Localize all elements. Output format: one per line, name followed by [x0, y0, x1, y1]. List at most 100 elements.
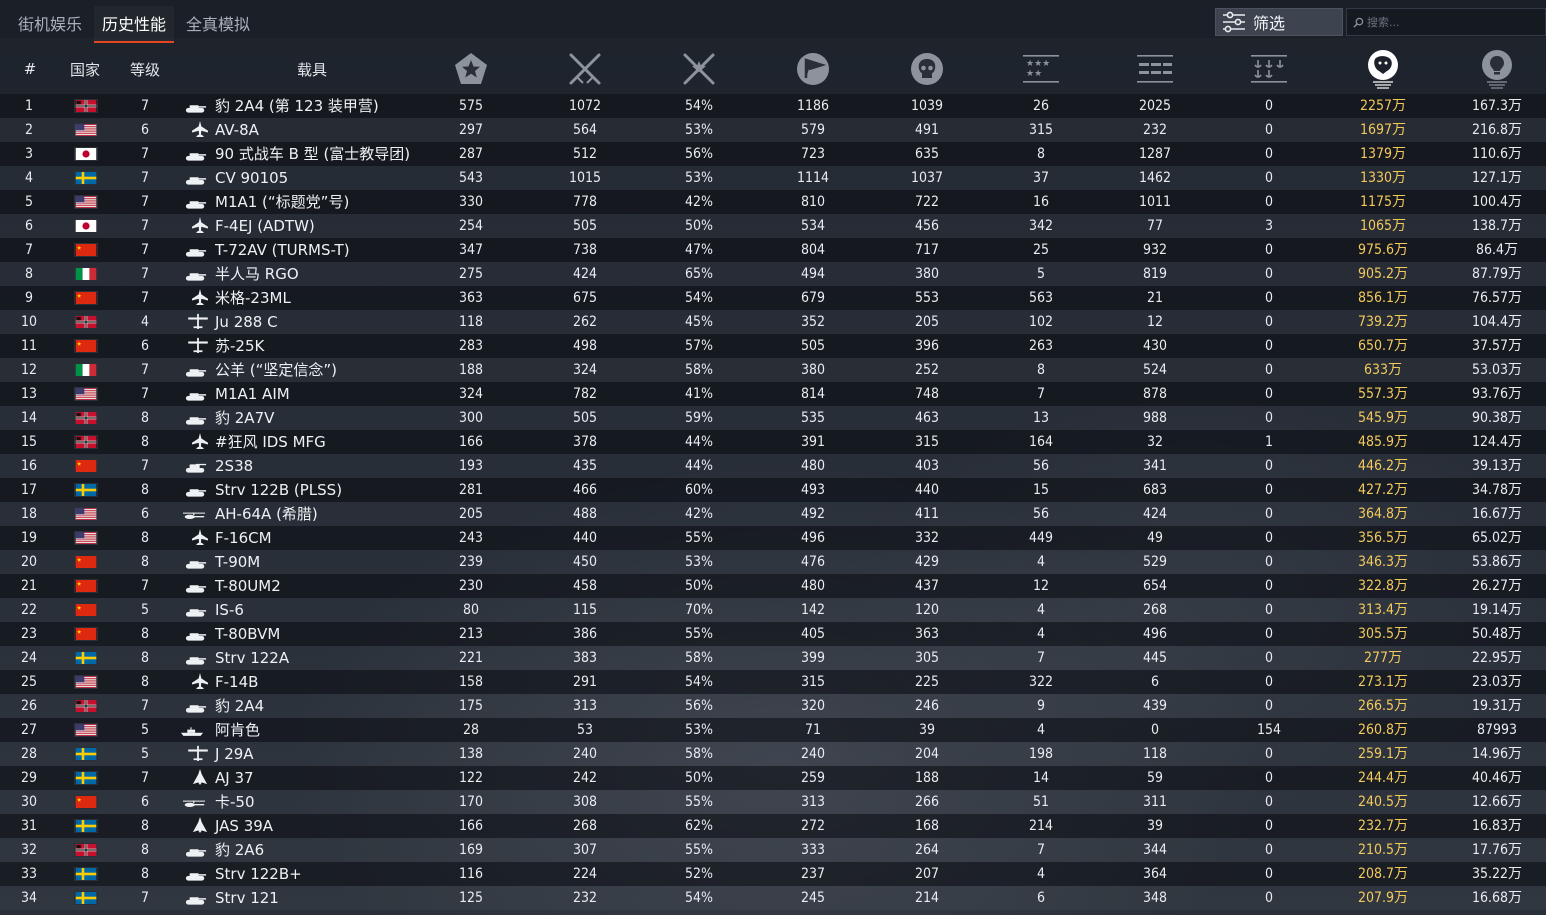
- filter-button[interactable]: 筛选: [1215, 8, 1343, 36]
- table-row[interactable]: 9 7 米格-23ML 363 675 54% 679 553 563 21 0 856.1万 76.5…: [0, 286, 1546, 310]
- col-header-silver[interactable]: [1363, 44, 1403, 94]
- vehicle-name[interactable]: Strv 122B+: [215, 862, 302, 886]
- table-row[interactable]: 26 7 豹 2A4 175 313 56% 320 246 9 439 0 266.5万 19.31万: [0, 694, 1546, 718]
- vehicle-name[interactable]: T-80UM2: [215, 574, 281, 598]
- vehicle-name[interactable]: 豹 2A4 (第 123 装甲营): [215, 94, 379, 118]
- table-row[interactable]: 27 5 阿肯色 28 53 53% 71 39 4 0 154 260.8万 87993: [0, 718, 1546, 742]
- ground-kills-cell: 205: [914, 314, 940, 330]
- rank-cell: 5: [24, 194, 33, 210]
- tab-realistic[interactable]: 历史性能: [94, 6, 175, 43]
- col-header-stat-b[interactable]: [1249, 44, 1289, 94]
- vehicle-name[interactable]: 米格-23ML: [215, 286, 291, 310]
- col-header-tier[interactable]: 等级: [120, 44, 170, 94]
- table-row[interactable]: 33 8 Strv 122B+ 116 224 52% 237 207 4 364 0 208.7万 3…: [0, 862, 1546, 886]
- naval-stars-cell: 26: [1032, 98, 1050, 114]
- vehicle-name[interactable]: CV 90105: [215, 166, 288, 190]
- table-row[interactable]: 16 7 2S38 193 435 44% 480 403 56 341 0 446.2万 39.13万: [0, 454, 1546, 478]
- vehicle-name[interactable]: T-72AV (TURMS-T): [215, 238, 350, 262]
- vehicle-name[interactable]: JAS 39A: [215, 814, 273, 838]
- tier-cell: 8: [140, 434, 149, 450]
- col-header-battles[interactable]: [451, 44, 491, 94]
- col-header-wins[interactable]: [565, 44, 605, 94]
- vehicle-name[interactable]: T-80BVM: [215, 622, 280, 646]
- vehicle-name[interactable]: #狂风 IDS MFG: [215, 430, 326, 454]
- tab-arcade[interactable]: 街机娱乐: [10, 6, 90, 43]
- table-row[interactable]: 7 7 T-72AV (TURMS-T) 347 738 47% 804 717 25 932 0 9…: [0, 238, 1546, 262]
- table-row[interactable]: 14 8 豹 2A7V 300 505 59% 535 463 13 988 0 545.9万 90.3…: [0, 406, 1546, 430]
- vehicle-name[interactable]: AJ 37: [215, 766, 254, 790]
- table-row[interactable]: 22 5 IS-6 80 115 70% 142 120 4 268 0 313.4万 19.14万: [0, 598, 1546, 622]
- table-row[interactable]: 3 7 90 式战车 B 型 (富士教导团) 287 512 56% 723 635 8 1287…: [0, 142, 1546, 166]
- battles-cell: 230: [458, 578, 484, 594]
- table-row[interactable]: 13 7 M1A1 AIM 324 782 41% 814 748 7 878 0 557.3万 93.…: [0, 382, 1546, 406]
- search-input[interactable]: [1367, 15, 1537, 29]
- vehicle-name[interactable]: Ju 288 C: [215, 310, 278, 334]
- table-row[interactable]: 28 5 J 29A 138 240 58% 240 204 198 118 0 259.1万 14.9…: [0, 742, 1546, 766]
- table-row[interactable]: 31 8 JAS 39A 166 268 62% 272 168 214 39 0 232.7万 16.…: [0, 814, 1546, 838]
- vehicle-name[interactable]: J 29A: [215, 742, 254, 766]
- table-row[interactable]: 21 7 T-80UM2 230 458 50% 480 437 12 654 0 322.8万 26.…: [0, 574, 1546, 598]
- vehicle-name[interactable]: 2S38: [215, 454, 253, 478]
- table-row[interactable]: 11 6 苏-25K 283 498 57% 505 396 263 430 0 650.7万 37.5…: [0, 334, 1546, 358]
- col-header-country[interactable]: 国家: [60, 44, 110, 94]
- col-header-rank[interactable]: #: [10, 44, 50, 94]
- table-row[interactable]: 15 8 #狂风 IDS MFG 166 378 44% 391 315 164 32 1 485.9…: [0, 430, 1546, 454]
- table-row[interactable]: 4 7 CV 90105 543 1015 53% 1114 1037 37 1462 0 1330万…: [0, 166, 1546, 190]
- table-row[interactable]: 17 8 Strv 122B (PLSS) 281 466 60% 493 440 15 683 0…: [0, 478, 1546, 502]
- table-row[interactable]: 23 8 T-80BVM 213 386 55% 405 363 4 496 0 305.5万 50.4…: [0, 622, 1546, 646]
- col-header-rp[interactable]: [1477, 44, 1517, 94]
- air-kills-cell: 814: [800, 386, 826, 402]
- vehicle-name[interactable]: F-16CM: [215, 526, 272, 550]
- vehicle-name[interactable]: M1A1 AIM: [215, 382, 290, 406]
- vehicle-name[interactable]: Strv 122B (PLSS): [215, 478, 342, 502]
- naval-stars-cell: 25: [1032, 242, 1050, 258]
- table-row[interactable]: 20 8 T-90M 239 450 53% 476 429 4 529 0 346.3万 53.86万: [0, 550, 1546, 574]
- table-row[interactable]: 10 4 Ju 288 C 118 262 45% 352 205 102 12 0 739.2万 10…: [0, 310, 1546, 334]
- vehicle-name[interactable]: Strv 122A: [215, 646, 289, 670]
- vehicle-name[interactable]: AH-64A (希腊): [215, 502, 318, 526]
- table-row[interactable]: 24 8 Strv 122A 221 383 58% 399 305 7 445 0 277万 22.9…: [0, 646, 1546, 670]
- table-row[interactable]: 34 7 Strv 121 125 232 54% 245 214 6 348 0 207.9万 16.…: [0, 886, 1546, 910]
- vehicle-name[interactable]: AV-8A: [215, 118, 259, 142]
- col-header-ground-kills[interactable]: [907, 44, 947, 94]
- table-row[interactable]: 2 6 AV-8A 297 564 53% 579 491 315 232 0 1697万 216.8万: [0, 118, 1546, 142]
- table-row[interactable]: 18 6 AH-64A (希腊) 205 488 42% 492 411 56 424 0 364.8…: [0, 502, 1546, 526]
- wins-cell: 268: [572, 818, 598, 834]
- table-row[interactable]: 1 7 豹 2A4 (第 123 装甲营) 575 1072 54% 1186 1039 26 2…: [0, 94, 1546, 118]
- table-row[interactable]: 6 7 F-4EJ (ADTW) 254 505 50% 534 456 342 77 3 1065万…: [0, 214, 1546, 238]
- table-row[interactable]: 30 6 卡-50 170 308 55% 313 266 51 311 0 240.5万 12.66万: [0, 790, 1546, 814]
- vehicle-name[interactable]: F-4EJ (ADTW): [215, 214, 315, 238]
- table-row[interactable]: 29 7 AJ 37 122 242 50% 259 188 14 59 0 244.4万 40.46万: [0, 766, 1546, 790]
- vehicle-name[interactable]: 公羊 (“坚定信念”): [215, 358, 337, 382]
- table-row[interactable]: 19 8 F-16CM 243 440 55% 496 332 449 49 0 356.5万 65.0…: [0, 526, 1546, 550]
- vehicle-name[interactable]: IS-6: [215, 598, 244, 622]
- col-header-naval-stars[interactable]: ★★★ ★★: [1021, 44, 1061, 94]
- vehicle-name[interactable]: Strv 121: [215, 886, 279, 910]
- table-row[interactable]: 25 8 F-14B 158 291 54% 315 225 322 6 0 273.1万 23.03万: [0, 670, 1546, 694]
- sweden-flag-icon: [74, 891, 98, 905]
- vehicle-name[interactable]: 卡-50: [215, 790, 255, 814]
- vehicle-name[interactable]: 半人马 RGO: [215, 262, 299, 286]
- vehicle-name[interactable]: 豹 2A6: [215, 838, 264, 862]
- col-header-air-kills[interactable]: [793, 44, 833, 94]
- col-header-vehicle[interactable]: 载具: [272, 44, 352, 94]
- vehicle-name[interactable]: 豹 2A7V: [215, 406, 274, 430]
- silver-cell: 1175万: [1359, 194, 1407, 210]
- table-row[interactable]: 32 8 豹 2A6 169 307 55% 333 264 7 344 0 210.5万 17.76万: [0, 838, 1546, 862]
- vehicle-name[interactable]: M1A1 (“标题党”号): [215, 190, 349, 214]
- vehicle-name[interactable]: 90 式战车 B 型 (富士教导团): [215, 142, 410, 166]
- table-row[interactable]: 12 7 公羊 (“坚定信念”) 188 324 58% 380 252 8 524 0 633万 53…: [0, 358, 1546, 382]
- winrate-cell: 70%: [685, 602, 713, 618]
- table-row[interactable]: 8 7 半人马 RGO 275 424 65% 494 380 5 819 0 905.2万 87.79…: [0, 262, 1546, 286]
- vehicle-name[interactable]: 豹 2A4: [215, 694, 264, 718]
- vehicle-name[interactable]: F-14B: [215, 670, 258, 694]
- vehicle-name[interactable]: 阿肯色: [215, 718, 260, 742]
- vehicle-name[interactable]: T-90M: [215, 550, 260, 574]
- search-box[interactable]: [1346, 8, 1546, 36]
- rp-cell: 22.95万: [1471, 650, 1523, 666]
- col-header-winrate[interactable]: [679, 44, 719, 94]
- vehicle-name[interactable]: 苏-25K: [215, 334, 264, 358]
- col-header-stat-a[interactable]: [1135, 44, 1175, 94]
- tab-simulator[interactable]: 全真模拟: [178, 6, 258, 43]
- table-row[interactable]: 5 7 M1A1 (“标题党”号) 330 778 42% 810 722 16 1011 0 117…: [0, 190, 1546, 214]
